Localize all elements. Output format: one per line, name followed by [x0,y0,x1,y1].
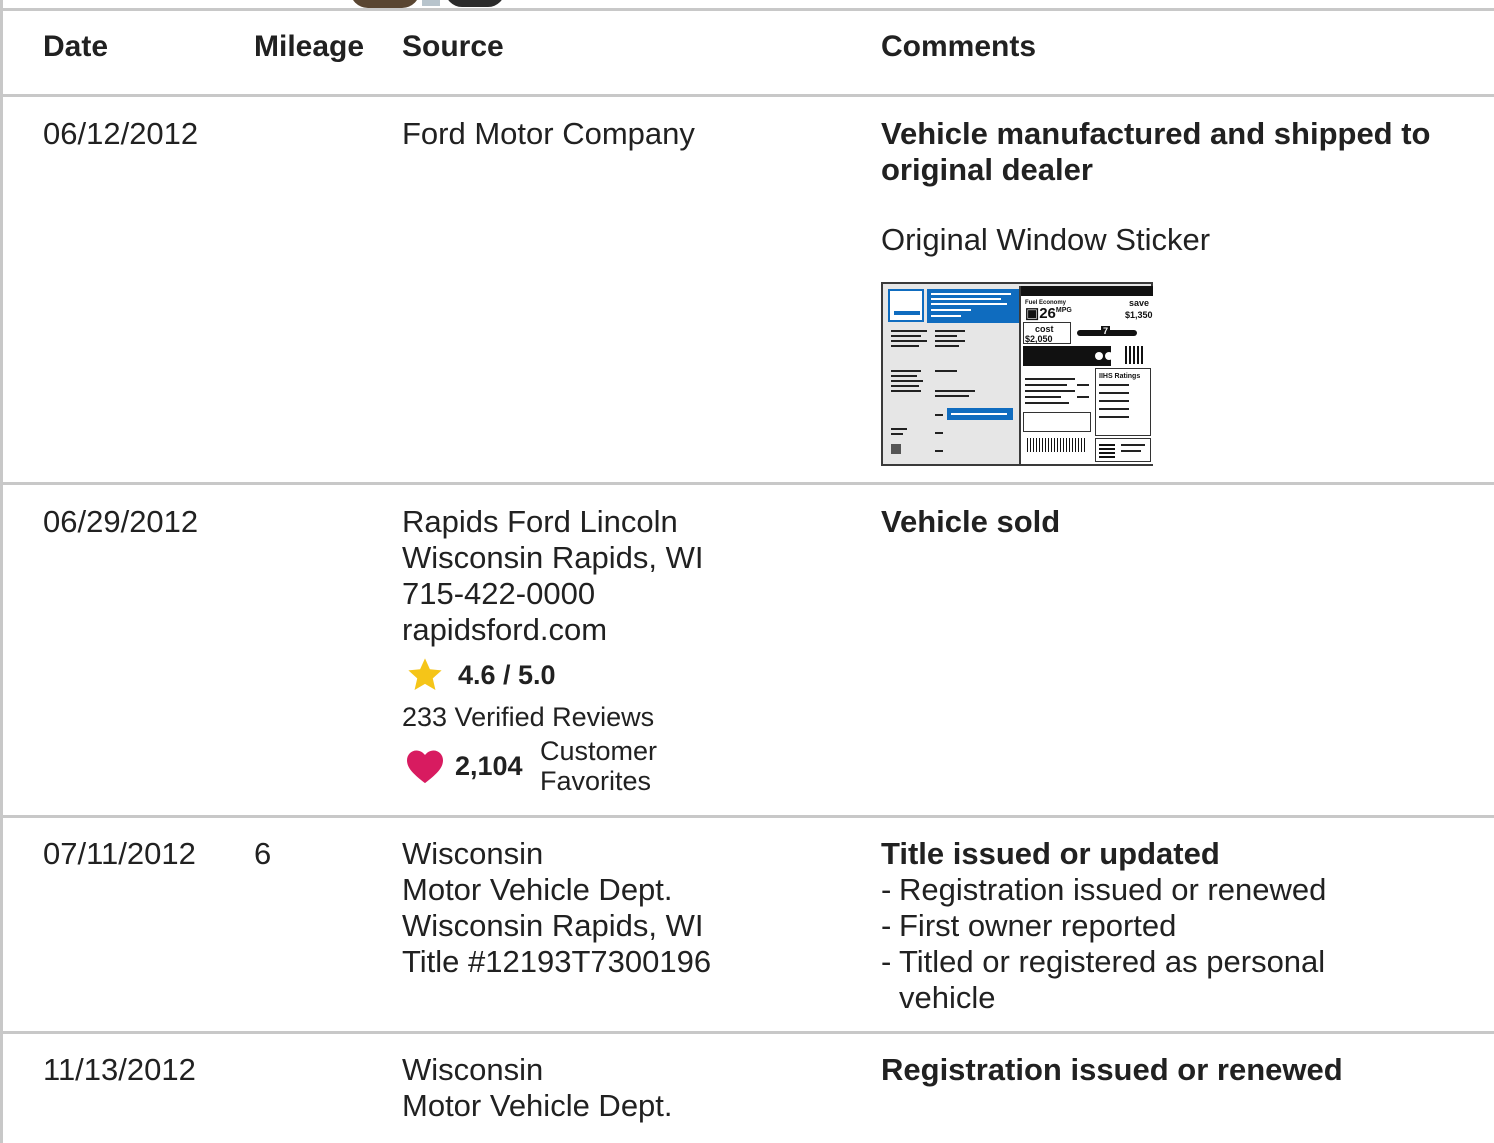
column-header-comments: Comments [881,30,1037,63]
column-header-date: Date [43,30,109,63]
star-icon [408,658,442,691]
column-header-mileage: Mileage [254,30,365,63]
record-date: 11/13/2012 [43,1052,196,1087]
record-comment-title: Registration issued or renewed [881,1052,1343,1087]
customer-favorites-label: Customer Favorites [540,736,658,796]
dealer-website[interactable]: rapidsford.com [402,612,607,648]
record-comment-title: Vehicle manufactured and shipped to orig… [881,116,1431,187]
record-source-name: Ford Motor Company [402,116,695,151]
record-comment-list: - Registration issued or renewed - First o… [881,872,1326,1016]
window-sticker-thumbnail[interactable]: Fuel Economy ▣26MPG save $1,350 cost $2,… [881,282,1153,466]
record-mileage: 6 [254,836,272,871]
record-comment-title: Vehicle sold [881,504,1061,539]
record-date: 06/29/2012 [43,504,199,539]
record-source-line: Motor Vehicle Dept. [402,872,673,907]
dealer-phone[interactable]: 715-422-0000 [402,576,595,612]
comment-bullet: - First owner reported [881,908,1177,943]
dealer-reviews-link[interactable]: 233 Verified Reviews [402,702,654,733]
record-comment-title: Title issued or updated [881,836,1220,871]
comment-bullet: - Registration issued or renewed [881,872,1327,907]
comment-bullet: - Titled or registered as personal [881,944,1326,979]
row-divider [0,815,1494,818]
table-top-border [0,8,1494,11]
window-sticker-link[interactable]: Original Window Sticker [881,222,1210,258]
record-source-line: Wisconsin [402,836,544,871]
column-header-source: Source [402,30,504,63]
dealer-name[interactable]: Rapids Ford Lincoln [402,504,678,540]
record-date: 06/12/2012 [43,116,199,151]
record-source-line: Wisconsin Rapids, WI [402,908,704,943]
record-source-line: Motor Vehicle Dept. [402,1088,673,1123]
dealer-location: Wisconsin Rapids, WI [402,540,704,575]
record-source-line: Title #12193T7300196 [402,944,712,979]
comment-bullet-continuation: vehicle [899,980,996,1015]
record-source-line: Wisconsin [402,1052,544,1087]
customer-favorites-count: 2,104 [455,751,523,781]
row-divider [0,1031,1494,1034]
row-divider [0,94,1494,97]
dealer-rating: 4.6 / 5.0 [458,660,556,690]
record-date: 07/11/2012 [43,836,196,871]
row-divider [0,482,1494,485]
heart-icon [407,750,443,784]
